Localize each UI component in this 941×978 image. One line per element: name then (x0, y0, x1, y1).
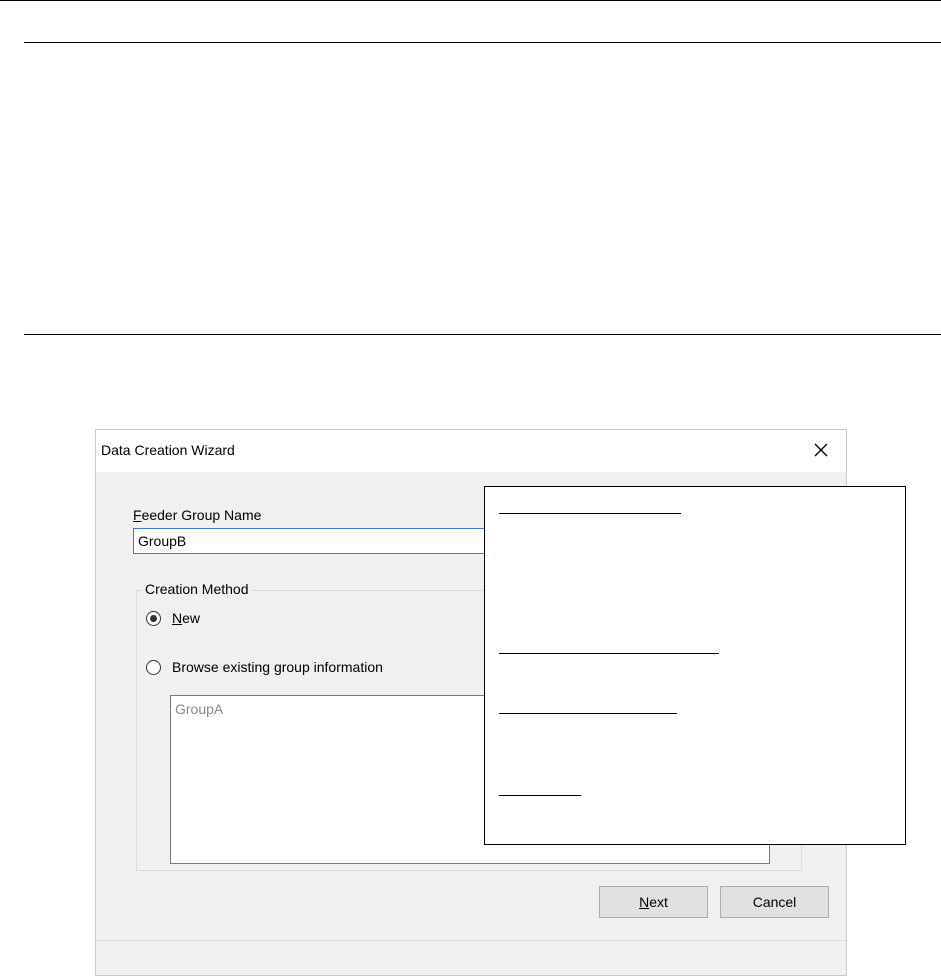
feeder-label-text: eeder Group Name (141, 507, 262, 523)
blank-line (499, 653, 719, 654)
close-icon[interactable] (810, 439, 832, 461)
blank-line (499, 713, 677, 714)
next-text: ext (649, 894, 668, 910)
new-label-mnemonic: N (172, 610, 183, 626)
browse-label-after: roup information (281, 659, 383, 675)
top-rule (0, 0, 941, 1)
feeder-label-mnemonic: F (133, 507, 142, 523)
dialog-title: Data Creation Wizard (101, 442, 235, 458)
list-item[interactable]: GroupA (175, 701, 223, 717)
title-bar: Data Creation Wizard (96, 430, 846, 472)
radio-browse-existing[interactable] (146, 660, 161, 675)
radio-new-label[interactable]: New (172, 610, 200, 626)
new-label-text: ew (182, 610, 201, 626)
blank-line (499, 795, 581, 796)
annotation-overlay (484, 486, 906, 845)
cancel-button[interactable]: Cancel (720, 886, 829, 918)
status-divider (96, 940, 846, 941)
section-rule (24, 334, 941, 335)
feeder-group-name-label: Feeder Group Name (133, 507, 261, 523)
browse-label-mnemonic: g (273, 659, 282, 675)
next-button[interactable]: Next (599, 886, 708, 918)
header-rule (24, 42, 941, 43)
browse-label-before: Browse existing (172, 659, 274, 675)
radio-new[interactable] (146, 611, 161, 626)
radio-browse-label[interactable]: Browse existing group information (172, 659, 383, 675)
creation-method-legend: Creation Method (142, 581, 252, 597)
next-mnemonic: N (639, 894, 650, 910)
blank-line (499, 513, 681, 514)
